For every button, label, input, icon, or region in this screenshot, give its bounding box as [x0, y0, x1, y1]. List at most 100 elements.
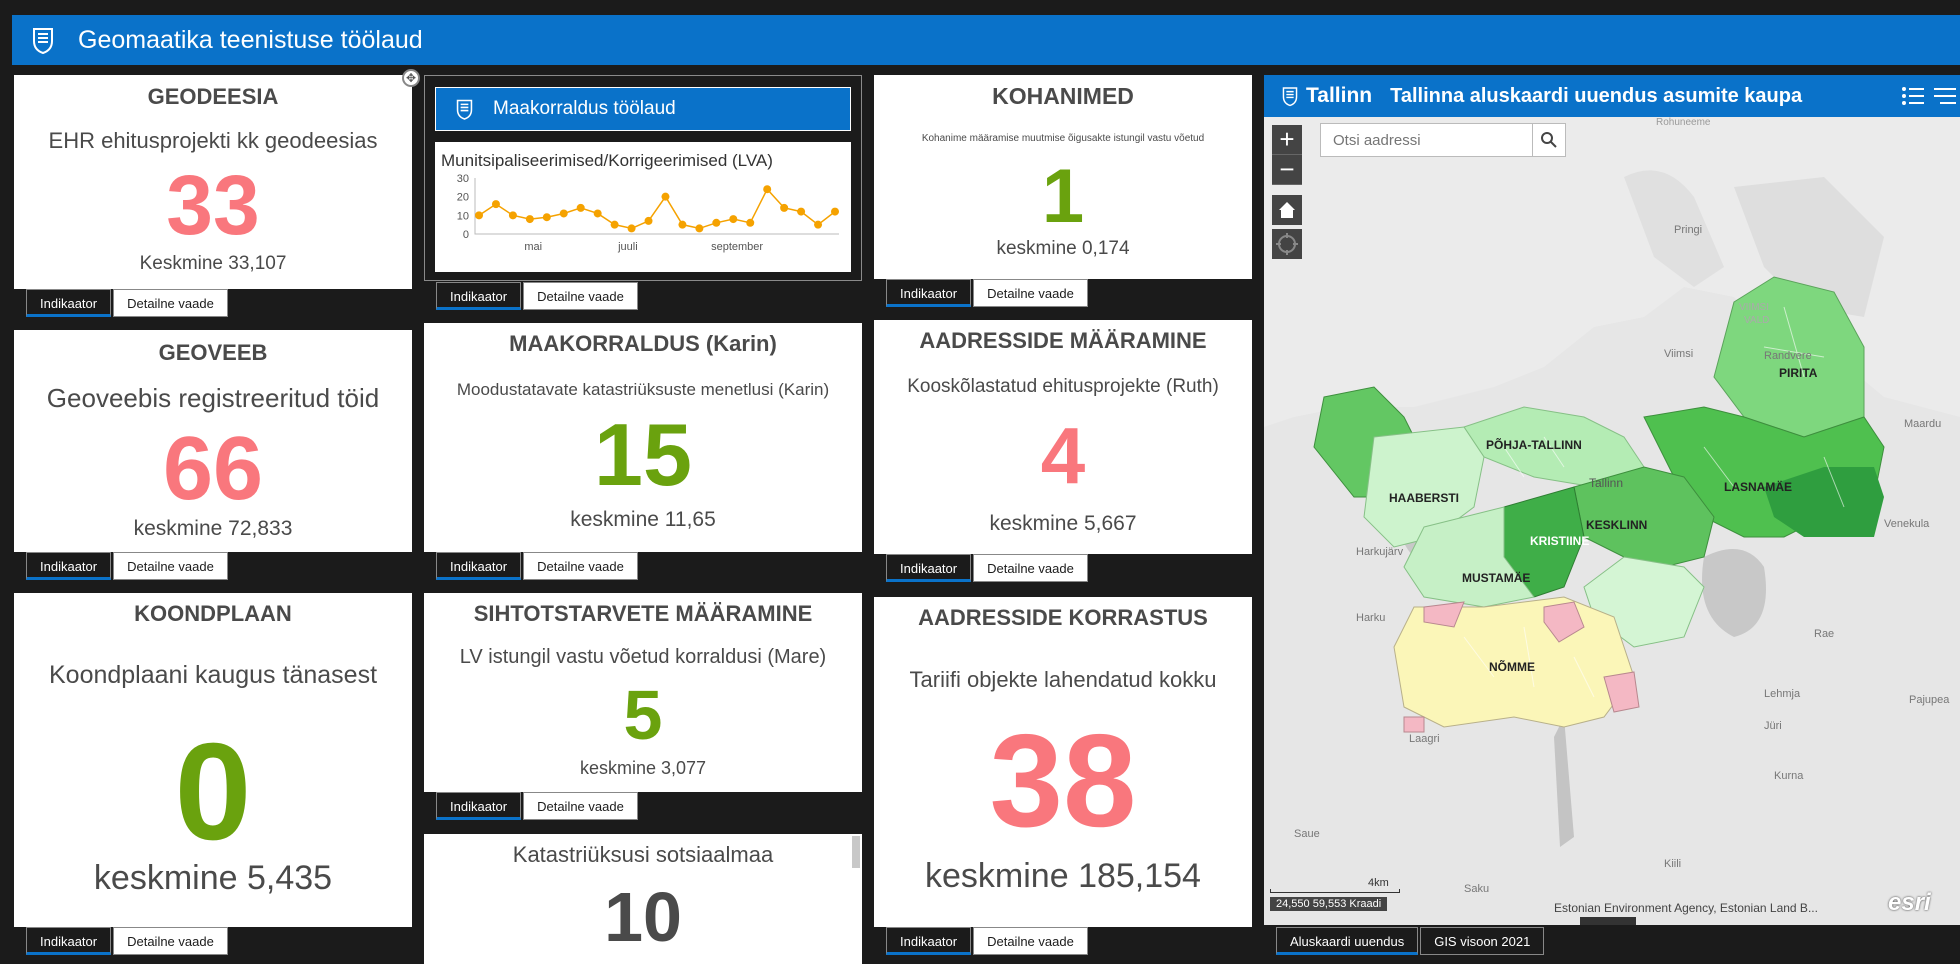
tab-detailne-vaade[interactable]: Detailne vaade: [523, 282, 638, 310]
data-point[interactable]: [831, 207, 839, 216]
tab-detailne-vaade[interactable]: Detailne vaade: [523, 792, 638, 820]
data-point[interactable]: [814, 220, 823, 229]
data-point[interactable]: [780, 203, 789, 212]
label-saue: Saue: [1294, 828, 1320, 840]
data-point[interactable]: [712, 218, 721, 227]
tab-indikaator[interactable]: Indikaator: [886, 554, 972, 582]
tab-indikaator[interactable]: Indikaator: [436, 282, 522, 310]
tab-detailne-vaade[interactable]: Detailne vaade: [973, 927, 1088, 955]
label-mustamae: MUSTAMÄE: [1462, 570, 1530, 585]
indicator-value: 1: [1041, 154, 1085, 239]
move-handle-icon[interactable]: ✥: [402, 69, 420, 87]
tallinn-crest-icon: [33, 28, 53, 54]
indicator-value: 5: [623, 676, 663, 754]
label-kurna: Kurna: [1774, 770, 1804, 782]
label-lasnamae: LASNAMÄE: [1724, 479, 1792, 494]
data-point[interactable]: [508, 211, 517, 220]
data-point[interactable]: [797, 207, 806, 216]
data-point[interactable]: [627, 224, 636, 233]
panel-title: GEOVEEB: [158, 340, 268, 365]
aadresside-maaramine-tabs: Indikaator Detailne vaade: [886, 554, 1090, 582]
data-point[interactable]: [475, 211, 483, 220]
y-tick-label: 0: [463, 229, 469, 241]
panel-subtitle: Kooskõlastatud ehitusprojekte (Ruth): [907, 376, 1219, 397]
panel-subtitle: Katastriüksusi sotsiaalmaa: [512, 842, 774, 867]
layer-list-icon[interactable]: [1900, 84, 1926, 108]
data-point[interactable]: [610, 220, 619, 229]
tab-indikaator[interactable]: Indikaator: [436, 792, 522, 820]
x-tick-label: mai: [524, 241, 542, 253]
legend-menu-icon[interactable]: [1932, 84, 1958, 108]
data-point[interactable]: [695, 224, 704, 233]
scale-bar: [1270, 889, 1400, 893]
zoom-out-button[interactable]: −: [1272, 155, 1302, 185]
data-point[interactable]: [542, 213, 551, 222]
label-viimsi: Viimsi: [1664, 348, 1693, 360]
label-viimsi-vald: VIIMSI: [1739, 302, 1769, 313]
geodeesia-panel: GEODEESIA EHR ehitusprojekti kk geodeesi…: [14, 75, 412, 289]
indicator-average: keskmine 11,65: [570, 508, 716, 531]
tab-indikaator[interactable]: Indikaator: [26, 289, 112, 317]
search-button[interactable]: [1532, 124, 1565, 156]
data-point[interactable]: [559, 209, 568, 218]
tab-aluskaardi-uuendus[interactable]: Aluskaardi uuendus: [1276, 927, 1419, 955]
map-panel-toggle[interactable]: [1580, 917, 1636, 925]
map-attribution[interactable]: Estonian Environment Agency, Estonian La…: [1554, 901, 1818, 915]
home-button[interactable]: [1272, 195, 1302, 225]
tab-detailne-vaade[interactable]: Detailne vaade: [973, 554, 1088, 582]
data-point[interactable]: [593, 209, 602, 218]
data-point[interactable]: [763, 185, 772, 194]
label-lehmja: Lehmja: [1764, 688, 1801, 700]
data-point[interactable]: [525, 215, 534, 224]
label-harkujarv: Harkujärv: [1356, 546, 1404, 558]
y-tick-label: 30: [457, 173, 469, 185]
panel-subtitle: Tariifi objekte lahendatud kokku: [909, 667, 1217, 692]
data-point[interactable]: [644, 216, 653, 225]
tab-indikaator[interactable]: Indikaator: [886, 279, 972, 307]
data-point[interactable]: [678, 220, 687, 229]
data-point[interactable]: [661, 192, 670, 201]
coordinate-readout[interactable]: 24,550 59,553 Kraadi: [1270, 897, 1388, 911]
map-panel: Tallinn Tallinna aluskaardi uuendus asum…: [1264, 75, 1960, 964]
indicator-value: 0: [174, 715, 252, 869]
label-nomme: NÕMME: [1489, 659, 1535, 674]
indicator-value: 10: [604, 878, 682, 956]
indicator-value: 15: [594, 405, 692, 504]
tab-indikaator[interactable]: Indikaator: [26, 552, 112, 580]
indicator-value: 66: [162, 419, 264, 519]
data-point[interactable]: [746, 218, 755, 227]
tab-detailne-vaade[interactable]: Detailne vaade: [973, 279, 1088, 307]
tab-indikaator[interactable]: Indikaator: [886, 927, 972, 955]
locate-button[interactable]: [1272, 229, 1302, 259]
label-saku: Saku: [1464, 883, 1489, 895]
label-randvere: Randvere: [1764, 350, 1812, 362]
label-kesklinn: KESKLINN: [1586, 518, 1647, 532]
address-search-input[interactable]: [1321, 124, 1532, 156]
map-title: Tallinna aluskaardi uuendus asumite kaup…: [1390, 84, 1803, 107]
data-point[interactable]: [576, 203, 585, 212]
tab-gis-visoon-2021[interactable]: GIS visoon 2021: [1420, 927, 1545, 955]
map-tabs: Aluskaardi uuendus GIS visoon 2021: [1276, 927, 1546, 955]
tab-detailne-vaade[interactable]: Detailne vaade: [113, 289, 228, 317]
tab-detailne-vaade[interactable]: Detailne vaade: [113, 552, 228, 580]
zoom-in-button[interactable]: +: [1272, 125, 1302, 155]
indicator-average: keskmine 185,154: [925, 857, 1201, 895]
maakorraldus-karin-tabs: Indikaator Detailne vaade: [436, 552, 640, 580]
panel-title: GEODEESIA: [147, 84, 279, 109]
map-header: Tallinn Tallinna aluskaardi uuendus asum…: [1264, 75, 1960, 117]
panel-title: KOHANIMED: [992, 83, 1134, 109]
map-view[interactable]: PIRITA PÕHJA-TALLINN HAABERSTI LASNAMÄE …: [1264, 117, 1960, 925]
esri-logo: esri: [1888, 889, 1931, 916]
kohanimed-tabs: Indikaator Detailne vaade: [886, 279, 1090, 307]
label-tallinn: Tallinn: [1589, 476, 1623, 490]
aadresside-korrastus-panel: AADRESSIDE KORRASTUS Tariifi objekte lah…: [874, 597, 1252, 927]
panel-scrollbar[interactable]: [852, 836, 860, 868]
tab-indikaator[interactable]: Indikaator: [436, 552, 522, 580]
data-point[interactable]: [729, 215, 738, 224]
indicator-average: keskmine 5,667: [989, 512, 1137, 535]
tab-detailne-vaade[interactable]: Detailne vaade: [113, 927, 228, 955]
data-point[interactable]: [491, 200, 500, 209]
tab-detailne-vaade[interactable]: Detailne vaade: [523, 552, 638, 580]
panel-title: AADRESSIDE MÄÄRAMINE: [919, 328, 1207, 353]
tab-indikaator[interactable]: Indikaator: [26, 927, 112, 955]
